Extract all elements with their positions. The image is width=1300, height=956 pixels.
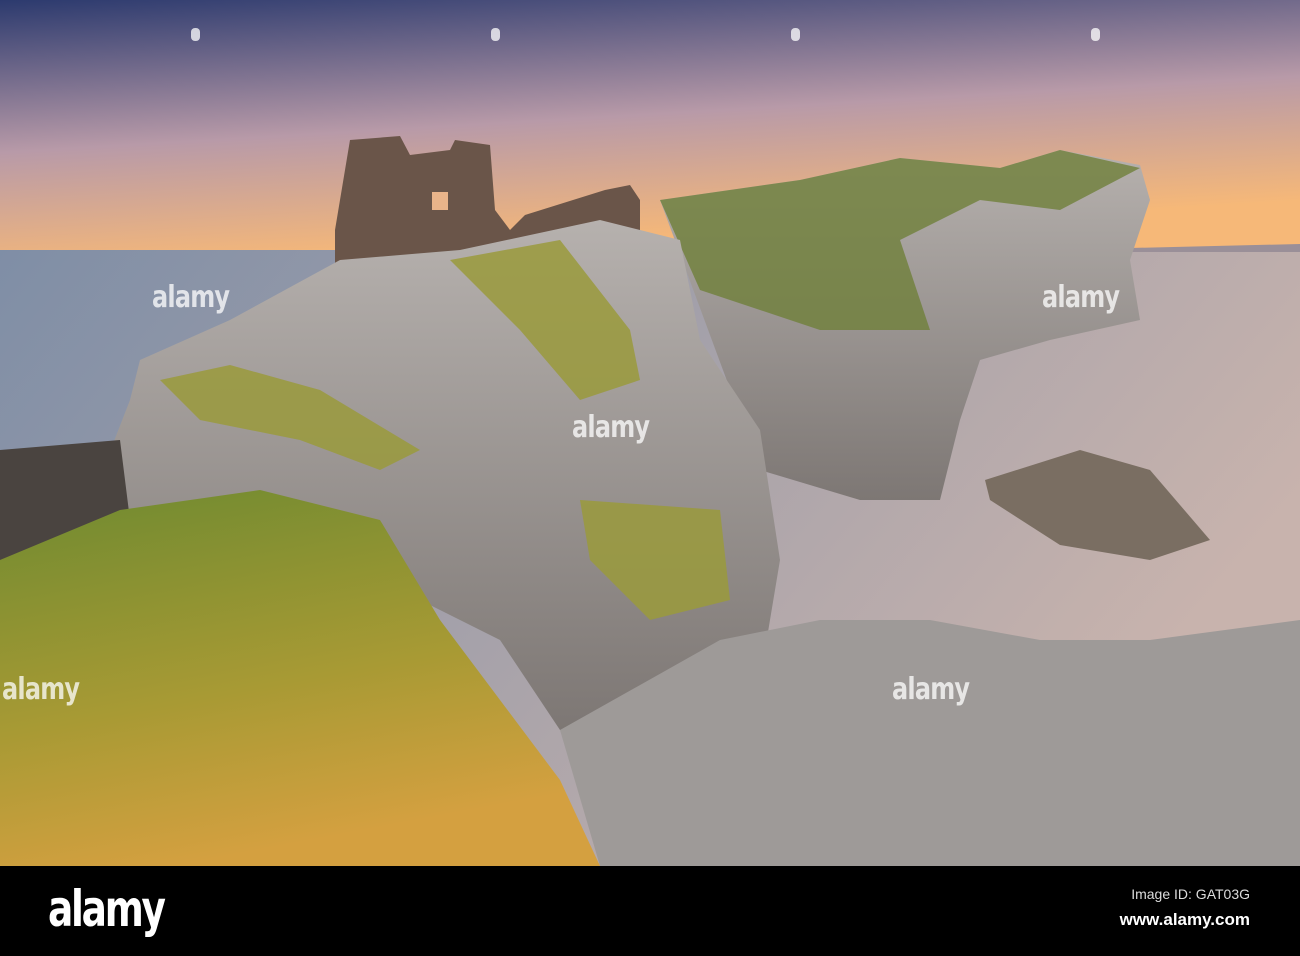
- watermark-mark: [491, 28, 500, 41]
- watermark-text: alamy: [572, 410, 650, 445]
- watermark-text: alamy: [152, 280, 230, 315]
- watermark-text: alamy: [892, 672, 970, 707]
- watermark-text: alamy: [1042, 280, 1120, 315]
- stock-photo-page: alamy alamy alamy alamy alamy alamy Imag…: [0, 0, 1300, 956]
- watermark-mark: [1091, 28, 1100, 41]
- footer-bar: alamy Image ID: GAT03G www.alamy.com: [0, 866, 1300, 956]
- image-id: Image ID: GAT03G: [1131, 886, 1250, 902]
- coastal-castle-photo: [0, 0, 1300, 866]
- watermark-text: alamy: [2, 672, 80, 707]
- site-url[interactable]: www.alamy.com: [1120, 910, 1250, 930]
- watermark-mark: [791, 28, 800, 41]
- alamy-logo[interactable]: alamy: [48, 880, 166, 938]
- castle-window: [432, 192, 448, 210]
- watermark-mark: [191, 28, 200, 41]
